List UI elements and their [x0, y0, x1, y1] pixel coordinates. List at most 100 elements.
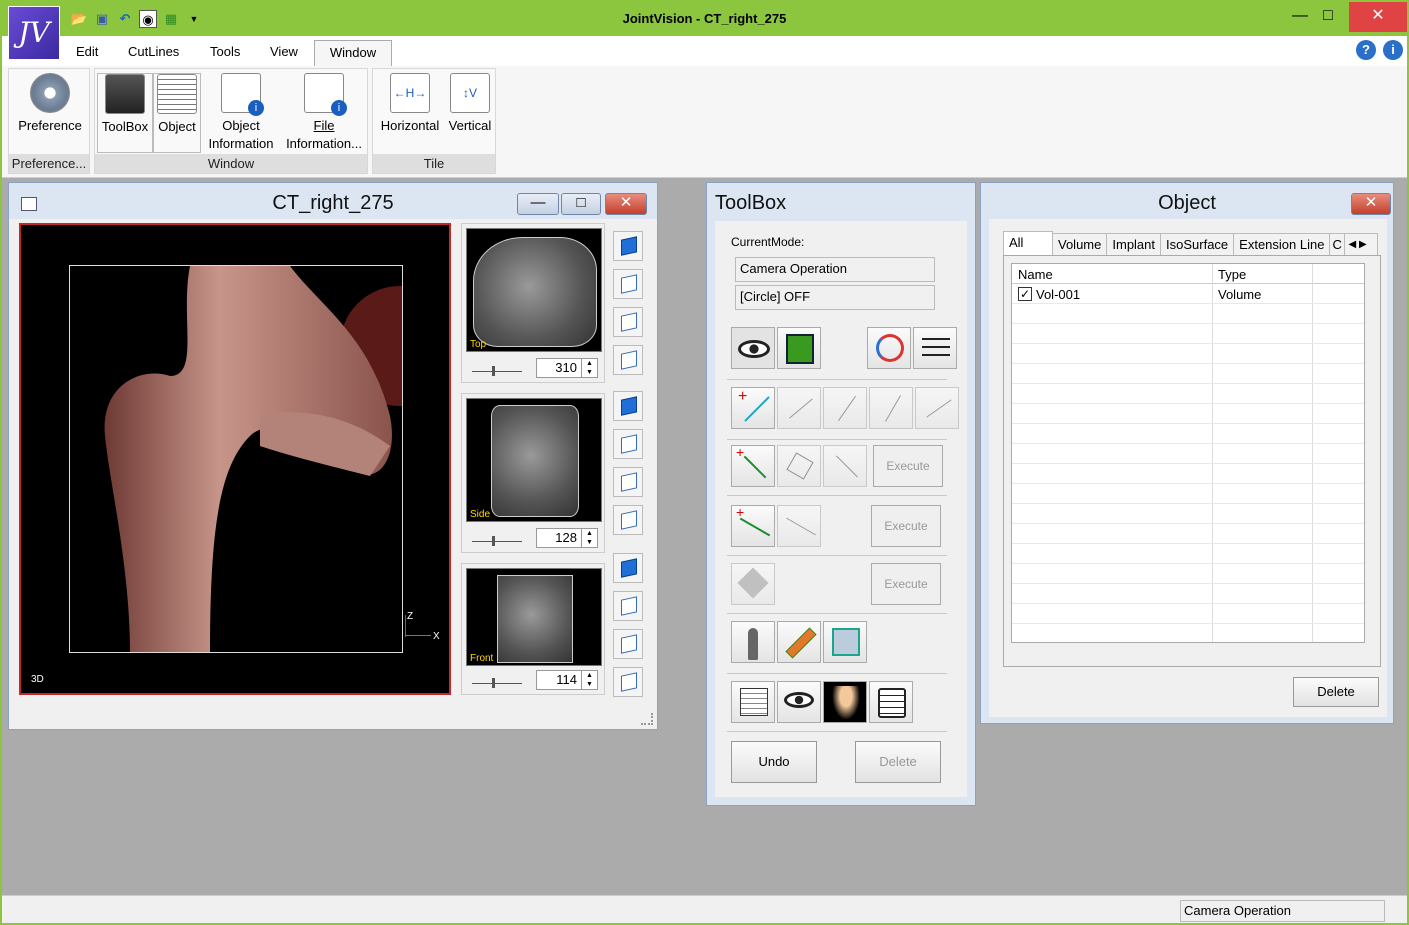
side-slice-slider-thumb[interactable] — [492, 536, 495, 546]
report-button[interactable] — [869, 681, 913, 723]
cube-top-view-button[interactable] — [613, 231, 643, 261]
row-visibility-checkbox[interactable]: ✓ — [1018, 287, 1032, 301]
help-icon[interactable]: ? — [1356, 40, 1376, 60]
object-button[interactable]: Object — [153, 73, 201, 153]
view-orientation-toolbar — [609, 225, 649, 705]
camera-view-button[interactable] — [731, 327, 775, 369]
current-mode-label: CurrentMode: — [731, 235, 805, 249]
cube-back-button[interactable] — [613, 429, 643, 459]
line-tool-3-button[interactable] — [823, 387, 867, 429]
column-name[interactable]: Name — [1018, 267, 1053, 282]
arrow-right-icon[interactable]: ▶ — [1359, 239, 1367, 250]
cube-front-button[interactable] — [613, 391, 643, 421]
implant-plate-button[interactable] — [777, 621, 821, 663]
arrow-left-icon[interactable]: ◀ — [1348, 239, 1356, 250]
3d-view[interactable]: Z X 3D — [19, 223, 451, 695]
file-information-button[interactable]: i File Information... — [281, 73, 367, 153]
table-row[interactable]: ✓ Vol-001 Volume — [1012, 284, 1364, 304]
line-icon — [885, 395, 901, 422]
top-slice-spinbox[interactable]: 310 ▲ ▼ — [536, 358, 598, 378]
tab-extension-line[interactable]: Extension Line — [1233, 233, 1331, 255]
implant-stem-button[interactable] — [731, 621, 775, 663]
layout-2-button[interactable] — [613, 591, 643, 621]
object-table-button[interactable] — [731, 681, 775, 723]
tab-all[interactable]: All — [1003, 231, 1053, 255]
maximize-button[interactable]: □ — [1308, 2, 1348, 32]
menu-view[interactable]: View — [270, 44, 298, 59]
menu-cutlines[interactable]: CutLines — [128, 44, 179, 59]
toolbox-button[interactable]: ToolBox — [97, 73, 153, 153]
spin-arrows-icon[interactable]: ▲ ▼ — [581, 359, 597, 377]
tab-volume[interactable]: Volume — [1052, 233, 1108, 255]
execute-button-3[interactable]: Execute — [871, 563, 941, 605]
front-slice-image[interactable]: Front — [466, 568, 602, 666]
add-crossline-button[interactable]: + — [731, 444, 775, 487]
tab-overflow[interactable]: C — [1329, 233, 1346, 255]
menu-tools[interactable]: Tools — [210, 44, 240, 59]
top-slice-slider-thumb[interactable] — [492, 366, 495, 376]
execute-button-2[interactable]: Execute — [871, 505, 941, 547]
layout-3-button[interactable] — [613, 629, 643, 659]
info-icon[interactable]: i — [1383, 40, 1403, 60]
table-row — [1012, 324, 1364, 344]
tile-vertical-button[interactable]: ↕V Vertical — [445, 73, 495, 135]
resize-grip-icon[interactable] — [641, 713, 653, 725]
angle-tool-button[interactable] — [777, 505, 821, 547]
spin-arrows-icon[interactable]: ▲ ▼ — [581, 671, 597, 689]
rect-tool-button[interactable] — [777, 445, 821, 487]
add-angle-line-button[interactable]: + — [731, 504, 775, 547]
top-slice-slider[interactable] — [472, 371, 522, 372]
add-line-button[interactable]: + — [731, 387, 775, 429]
hip-implant-icon — [748, 628, 758, 660]
line-tool-2-button[interactable] — [777, 387, 821, 429]
side-slice-slider[interactable] — [472, 541, 522, 542]
line-tool-5-button[interactable] — [915, 387, 959, 429]
delete-button-toolbox[interactable]: Delete — [855, 741, 941, 783]
object-information-button[interactable]: i Object Information — [201, 73, 281, 153]
column-type[interactable]: Type — [1218, 267, 1246, 282]
cube-view-3-button[interactable] — [613, 307, 643, 337]
tab-isosurface[interactable]: IsoSurface — [1160, 233, 1235, 255]
visibility-layers-button[interactable] — [777, 681, 821, 723]
green-cube-button[interactable] — [777, 327, 821, 369]
viewer-restore-button[interactable]: □ — [561, 193, 601, 215]
cube-view-2-button[interactable] — [613, 269, 643, 299]
app-logo[interactable]: JV — [8, 6, 60, 60]
front-slice-slider-thumb[interactable] — [492, 678, 495, 688]
layout-4-button[interactable] — [613, 667, 643, 697]
side-slice-spinbox[interactable]: 128 ▲ ▼ — [536, 528, 598, 548]
cube-right-button[interactable] — [613, 505, 643, 535]
execute-button-1[interactable]: Execute — [873, 445, 943, 487]
layout-1-button[interactable] — [613, 553, 643, 583]
adjust-settings-button[interactable] — [913, 327, 957, 369]
cube-view-4-button[interactable] — [613, 345, 643, 375]
preference-button[interactable]: Preference — [13, 73, 87, 135]
cross-tool-button[interactable] — [823, 445, 867, 487]
transform-tool-button[interactable] — [731, 563, 775, 605]
delete-button-object[interactable]: Delete — [1293, 677, 1379, 707]
cube-left-button[interactable] — [613, 467, 643, 497]
menu-window[interactable]: Window — [314, 40, 392, 67]
tile-horizontal-button[interactable]: ←H→ Horizontal — [375, 73, 445, 135]
tab-scroll-arrows[interactable]: ◀ ▶ — [1344, 233, 1379, 255]
menu-edit[interactable]: Edit — [76, 44, 98, 59]
3d-render-area[interactable] — [69, 265, 403, 653]
object-close-button[interactable]: ✕ — [1351, 193, 1391, 215]
viewer-minimize-button[interactable]: — — [517, 193, 559, 215]
top-slice-image[interactable]: Top — [466, 228, 602, 352]
viewer-close-button[interactable]: ✕ — [605, 193, 647, 215]
front-slice-spinbox[interactable]: 114 ▲ ▼ — [536, 670, 598, 690]
undo-button[interactable]: Undo — [731, 741, 817, 783]
tab-implant[interactable]: Implant — [1106, 233, 1162, 255]
spin-arrows-icon[interactable]: ▲ ▼ — [581, 529, 597, 547]
line-tool-4-button[interactable] — [869, 387, 913, 429]
cube-icon — [621, 236, 637, 256]
implant-volume-button[interactable] — [823, 621, 867, 663]
table-row — [1012, 504, 1364, 524]
rotate-camera-button[interactable] — [867, 327, 911, 369]
close-button[interactable]: ✕ — [1349, 2, 1407, 32]
side-slice-image[interactable]: Side — [466, 398, 602, 522]
volume-box-icon — [832, 628, 860, 656]
pelvis-xray-button[interactable] — [823, 681, 867, 723]
front-slice-slider[interactable] — [472, 683, 522, 684]
